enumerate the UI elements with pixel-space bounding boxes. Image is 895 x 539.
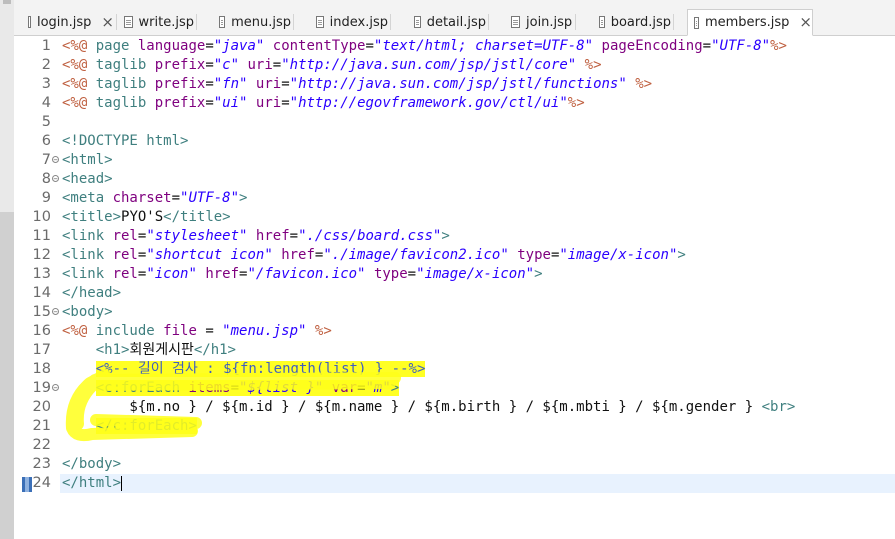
highlight-annotation [65, 369, 401, 442]
current-line-marker [22, 477, 32, 492]
highlight-stroke [65, 369, 401, 442]
